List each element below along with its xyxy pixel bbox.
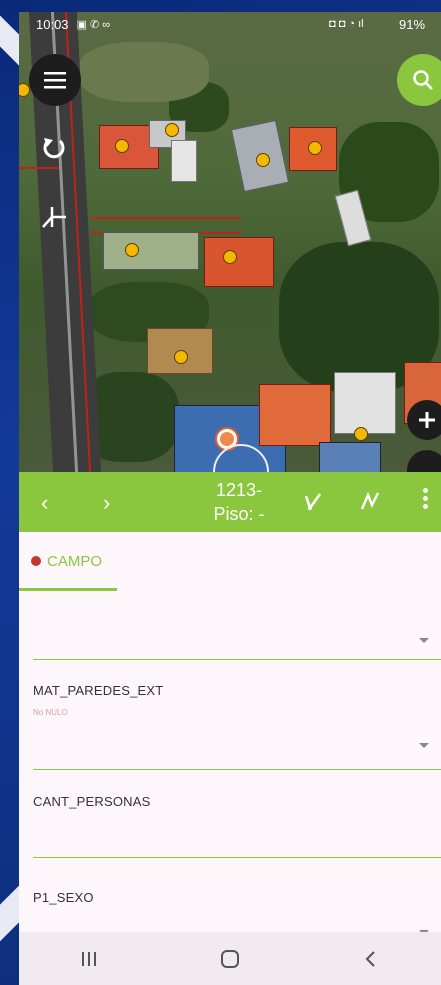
node-button[interactable] — [37, 200, 71, 234]
next-icon[interactable]: › — [103, 490, 110, 516]
field-label: P1_SEXO — [33, 890, 94, 905]
feature-id: 1213- — [215, 480, 263, 500]
rotate-icon — [43, 138, 65, 159]
parcel-boundary — [91, 217, 241, 219]
edit-vertex-icon[interactable] — [302, 490, 324, 512]
zoom-in-icon — [419, 412, 435, 428]
map-point[interactable] — [115, 139, 129, 153]
system-nav-bar — [19, 932, 441, 985]
tab-status-dot — [31, 556, 41, 566]
building — [204, 237, 274, 287]
map-point[interactable] — [125, 243, 139, 257]
field-underline — [33, 857, 441, 858]
satellite-map[interactable]: 10:03 ▣ ✆ ∞ ◘ ◘ ◔ ıl 91% — [19, 12, 441, 472]
building — [103, 232, 199, 270]
phone-screen: 10:03 ▣ ✆ ∞ ◘ ◘ ◔ ıl 91% ‹ › 1213- Piso:… — [19, 12, 441, 985]
home-icon[interactable] — [219, 948, 241, 970]
building — [319, 442, 381, 472]
field-underline — [33, 659, 441, 660]
menu-icon — [44, 72, 66, 89]
back-icon[interactable] — [361, 949, 381, 969]
chevron-down-icon — [419, 743, 429, 748]
zoom-in-button[interactable] — [407, 400, 441, 440]
parcel-boundary — [19, 167, 59, 169]
status-time: 10:03 — [36, 16, 69, 32]
building — [259, 384, 331, 446]
system-icons: ◘ ◘ ◔ ıl — [329, 18, 364, 30]
tab-label: CAMPO — [47, 553, 103, 570]
map-point[interactable] — [354, 427, 368, 441]
field-hint: No NULO — [33, 708, 68, 717]
feature-toolbar: ‹ › 1213- Piso: - — [19, 472, 441, 532]
map-point[interactable] — [19, 83, 30, 97]
map-point[interactable] — [174, 350, 188, 364]
map-point[interactable] — [165, 123, 179, 137]
feature-floor: Piso: - — [213, 504, 265, 524]
draw-icon[interactable] — [359, 490, 381, 512]
search-icon — [413, 70, 433, 90]
rotate-button[interactable] — [37, 132, 71, 166]
search-button[interactable] — [397, 54, 441, 106]
more-icon[interactable] — [423, 488, 429, 509]
chevron-down-icon — [419, 638, 429, 643]
node-icon — [42, 207, 66, 228]
battery-level: 91% — [399, 16, 426, 32]
field-label: CANT_PERSONAS — [33, 794, 151, 809]
notification-icons: ▣ ✆ ∞ — [76, 18, 111, 31]
status-bar: 10:03 ▣ ✆ ∞ ◘ ◘ ◔ ıl 91% — [19, 12, 441, 36]
attribute-form: CAMPO MAT_PAREDES_EXT No NULO CANT_PERSO… — [19, 532, 441, 935]
building — [171, 140, 197, 182]
map-point[interactable] — [308, 141, 322, 155]
prev-icon[interactable]: ‹ — [41, 490, 48, 516]
field-underline — [33, 769, 441, 770]
tab-campo[interactable]: CAMPO — [19, 532, 119, 591]
menu-button[interactable] — [29, 54, 81, 106]
recents-icon[interactable] — [79, 949, 99, 969]
building — [334, 372, 396, 434]
map-point[interactable] — [223, 250, 237, 264]
feature-title: 1213- Piso: - — [199, 478, 279, 526]
tab-indicator — [19, 588, 117, 591]
map-point[interactable] — [256, 153, 270, 167]
field-label: MAT_PAREDES_EXT — [33, 683, 164, 698]
zoom-out-button[interactable] — [407, 450, 441, 472]
